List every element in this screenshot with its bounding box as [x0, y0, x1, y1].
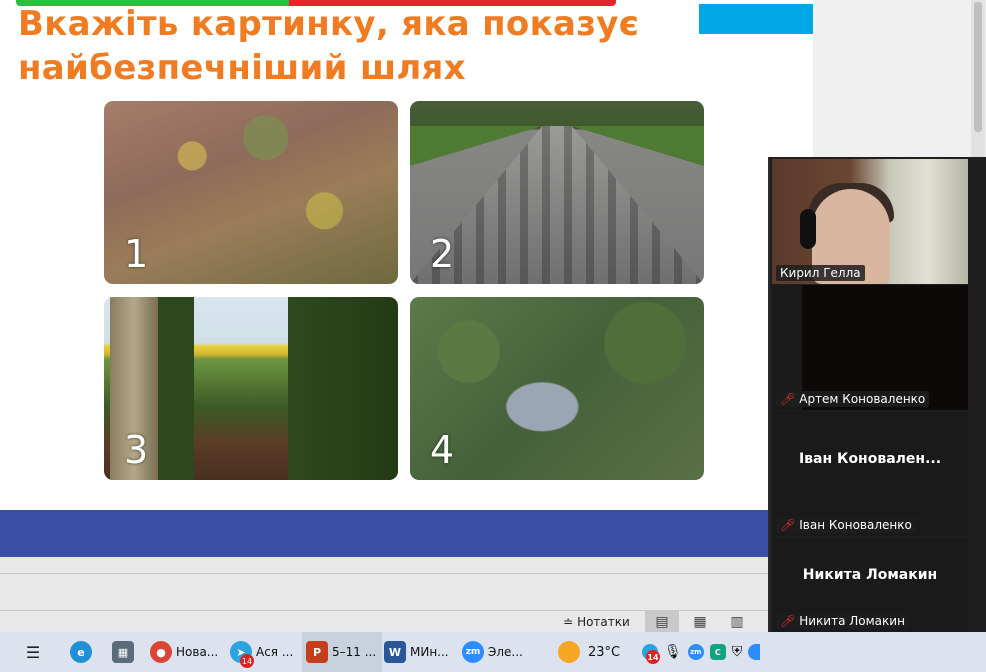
word-icon: W	[384, 641, 406, 663]
picture-number: 1	[124, 232, 149, 276]
headset	[800, 209, 816, 249]
notes-label: Нотатки	[577, 615, 630, 629]
taskbar-zoom[interactable]: zm Эле...	[462, 632, 534, 672]
weather-widget[interactable]: 23°C	[558, 632, 628, 672]
slide-title-line2: найбезпечніший шлях	[18, 48, 466, 88]
participant-tile[interactable]: Іван Коновален... 🎤︎ Іван Коноваленко	[772, 411, 968, 536]
taskbar: ☰ e ▦ ● Нова... ➤ Ася ... 14 P 5–11 ... …	[0, 632, 986, 672]
participant-display-name: Никита Ломакин	[802, 567, 938, 583]
microphone-icon[interactable]: 🎙︎	[664, 644, 682, 660]
book-icon: ▥	[730, 613, 744, 630]
video-gallery: Кирил Гелла 🎤︎ Артем Коноваленко Іван Ко…	[768, 157, 986, 632]
slide-canvas: Вкажіть картинку, яка показує найбезпечн…	[0, 0, 813, 510]
slide-footer-band: 3	[0, 510, 813, 557]
reading-view-button[interactable]: ▥	[720, 611, 754, 632]
normal-view-button[interactable]: ▤	[645, 611, 679, 632]
grid-icon: ▦	[693, 613, 707, 630]
powerpoint-icon: P	[306, 641, 328, 663]
taskbar-word[interactable]: W МИн...	[384, 632, 456, 672]
participant-display-name: Іван Коновален...	[798, 451, 942, 467]
picture-number: 2	[430, 232, 455, 276]
edge-icon: e	[70, 641, 92, 663]
mic-muted-icon: 🎤︎	[780, 518, 796, 532]
participant-name: Іван Коноваленко	[799, 518, 912, 532]
taskbar-item-label: Ася ...	[256, 645, 294, 659]
participant-name-tag: 🎤︎ Никита Ломакин	[776, 613, 909, 629]
picture-number: 3	[124, 428, 149, 472]
participant-name-tag: 🎤︎ Артем Коноваленко	[776, 391, 930, 407]
taskbar-item-label: МИн...	[410, 645, 449, 659]
participant-tile[interactable]: 🎤︎ Артем Коноваленко	[772, 285, 968, 410]
side-scrollbar-thumb[interactable]	[974, 2, 982, 132]
edge-button[interactable]: e	[70, 632, 92, 672]
participant-name-tag: 🎤︎ Іван Коноваленко	[776, 517, 916, 533]
chrome-icon: ●	[150, 641, 172, 663]
picture-number: 4	[430, 428, 455, 472]
task-view-icon: ☰	[25, 642, 41, 662]
system-tray: 14 🎙︎ zm C ⛨	[642, 632, 770, 672]
notification-badge: 14	[240, 654, 254, 668]
participant-name-tag: Кирил Гелла	[776, 265, 865, 281]
participant-name: Артем Коноваленко	[799, 392, 926, 406]
task-view-button[interactable]: ☰	[22, 632, 44, 672]
slide-title: Вкажіть картинку, яка показує найбезпечн…	[18, 2, 718, 90]
weather-temperature: 23°C	[588, 644, 621, 660]
mic-muted-icon: 🎤︎	[780, 614, 796, 628]
security-shield-icon[interactable]: ⛨	[732, 644, 743, 660]
participant-tile[interactable]: Никита Ломакин 🎤︎ Никита Ломакин	[772, 537, 968, 632]
slide-sorter-button[interactable]: ▦	[683, 611, 717, 632]
forest-path-photo[interactable]: 3	[104, 297, 398, 480]
calculator-icon: ▦	[112, 641, 134, 663]
notes-button[interactable]: ≐ Нотатки	[563, 612, 630, 632]
zoom-tray-icon[interactable]: zm	[687, 644, 704, 660]
tray-badge: 14	[646, 650, 660, 664]
notes-icon: ≐	[563, 615, 574, 629]
mossy-ground-photo[interactable]: 1	[104, 101, 398, 284]
taskbar-item-label: Нова...	[176, 645, 219, 659]
zoom-icon: zm	[462, 641, 484, 663]
slide-title-line1: Вкажіть картинку, яка показує	[18, 4, 640, 44]
tray-app-icon[interactable]	[748, 644, 761, 660]
screen-tray-icon[interactable]: C	[709, 644, 726, 660]
debris-in-grass-photo[interactable]: 4	[410, 297, 704, 480]
divider	[0, 573, 770, 574]
foliage-left	[158, 297, 194, 480]
taskbar-item-label: 5–11 ...	[332, 645, 377, 659]
participant-name: Кирил Гелла	[780, 266, 861, 280]
participant-tile[interactable]: Кирил Гелла	[772, 159, 968, 284]
taskbar-chrome[interactable]: ● Нова...	[150, 632, 222, 672]
mic-muted-icon: 🎤︎	[780, 392, 796, 406]
sun-icon	[558, 641, 580, 663]
normal-view-icon: ▤	[655, 613, 669, 630]
foliage-right	[288, 297, 398, 480]
participant-name: Никита Ломакин	[799, 614, 905, 628]
calculator-button[interactable]: ▦	[112, 632, 134, 672]
side-panel	[813, 0, 986, 158]
taskbar-item-label: Эле...	[488, 645, 523, 659]
telegram-tray-icon[interactable]: 14	[642, 644, 660, 664]
taskbar-powerpoint[interactable]: P 5–11 ...	[302, 632, 382, 672]
taskbar-telegram[interactable]: ➤ Ася ... 14	[230, 632, 300, 672]
cracked-road-photo[interactable]: 2	[410, 101, 704, 284]
